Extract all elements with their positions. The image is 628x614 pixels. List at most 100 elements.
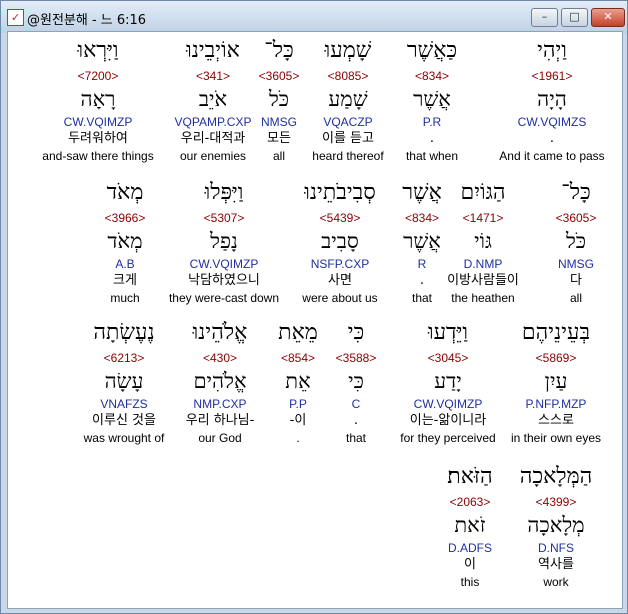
word-cell[interactable]: כִּי <3588> כִּי C. that <box>334 316 378 446</box>
english-gloss: they were-cast down <box>168 291 280 305</box>
word-cell[interactable]: הַמְּלָאכָה <4399> מְלָאכָה D.NFS 역사를 work <box>498 460 614 590</box>
korean-gloss: 우리-대적과 <box>180 131 246 146</box>
english-gloss: work <box>543 575 569 589</box>
morph-code: VNAFZS <box>100 397 148 411</box>
english-gloss: that when <box>405 149 459 163</box>
lemma-word: אֲשֶׁר <box>413 87 451 111</box>
morph-code: P.P <box>289 397 307 411</box>
morph-code: P.R <box>422 115 442 129</box>
app-icon[interactable]: ✓ <box>7 9 24 26</box>
word-cell[interactable]: בְּעֵינֵיהֶם <5869> עַיִן P.NFP.MZP 스스로 in th… <box>497 316 615 446</box>
hebrew-word: שָׁמְעוּ <box>324 38 372 63</box>
hebrew-word: הַמְּלָאכָה <box>519 464 593 489</box>
english-gloss: were about us <box>302 291 378 305</box>
morph-code: D.ADFS <box>447 541 492 555</box>
morph-code: CW.VQIMZP <box>63 115 133 129</box>
word-cell[interactable]: סְבִיבֹתֵינוּ <5439> סָבִיב NSFP.CXP 사면 were … <box>282 176 398 306</box>
word-cell[interactable]: אֱלֹהֵינוּ <430> אֱלֹהִים NMP.CXP 우리 하나님-our… <box>171 316 269 446</box>
korean-gloss: 다 <box>570 273 582 288</box>
english-gloss: and-saw there things <box>42 149 154 163</box>
morph-code: CW.VQIMZP <box>413 397 483 411</box>
hebrew-word: אוֹיְבֵינוּ <box>186 38 240 63</box>
word-cell[interactable]: וַיֵּדְעוּ <3045> יָדַע CW.VQIMZP 이는-앎이니라 for… <box>390 316 506 446</box>
morph-code: R <box>417 257 427 271</box>
strong-number: <834> <box>404 211 440 225</box>
hebrew-word: סְבִיבֹתֵינוּ <box>304 180 376 205</box>
word-cell[interactable]: נֶעֶשְׂתָה <6213> עָשָׂה VNAFZS 이루신 것을 was wr… <box>74 316 174 446</box>
strong-number: <5439> <box>319 211 361 225</box>
app-window: ✓ @원전분해 - 느 6:16 – □ ✕ וַיְהִי <1961> הָיָ… <box>0 0 628 614</box>
korean-gloss: . <box>429 131 435 146</box>
english-gloss: our enemies <box>179 149 247 163</box>
word-cell[interactable]: שָׁמְעוּ <8085> שָׁמַע VQACZP 이를 듣고 heard the… <box>307 34 389 164</box>
morph-code: CW.VQIMZS <box>517 115 587 129</box>
lemma-word: מְלָאכָה <box>527 513 585 537</box>
hebrew-word: נֶעֶשְׂתָה <box>93 320 155 345</box>
english-gloss: this <box>460 575 480 589</box>
verse-row: וַיְהִי <1961> הָיָה CW.VQIMZS. And it came … <box>8 34 622 174</box>
lemma-word: סָבִיב <box>321 229 359 253</box>
english-gloss: heard thereof <box>312 149 384 163</box>
lemma-word: עָשָׂה <box>104 369 144 393</box>
morph-code: P.NFP.MZP <box>525 397 587 411</box>
strong-number: <5307> <box>203 211 245 225</box>
english-gloss: much <box>110 291 140 305</box>
interlinear-view[interactable]: וַיְהִי <1961> הָיָה CW.VQIMZS. And it came … <box>7 31 623 609</box>
english-gloss: that <box>411 291 432 305</box>
lemma-word: נָפַל <box>210 229 238 253</box>
word-cell[interactable]: מֵאֵת <854> אֵת P.P -이. <box>269 316 327 446</box>
strong-number: <3605> <box>555 211 597 225</box>
lemma-word: שָׁמַע <box>328 87 368 111</box>
word-cell[interactable]: מְאֹד <3966> מְאֹד A.B 크게 much <box>82 176 168 306</box>
word-cell[interactable]: הַזֹּאת׃ <2063> זֹאת D.ADFS 이 this <box>430 460 510 590</box>
english-gloss: all <box>569 291 582 305</box>
verse-row: בְּעֵינֵיהֶם <5869> עַיִן P.NFP.MZP 스스로 in th… <box>8 316 622 456</box>
word-cell[interactable]: וַיִּפְּלוּ <5307> נָפַל CW.VQIMZP 낙담하였으니 the… <box>159 176 289 306</box>
english-gloss: that <box>345 431 366 445</box>
english-gloss: was wrought of <box>83 431 165 445</box>
hebrew-word: כִּי <box>347 320 365 345</box>
hebrew-word: אֱלֹהֵינוּ <box>192 320 248 345</box>
word-cell[interactable]: וַיִּרְאוּ <7200> רָאָה CW.VQIMZP 두려워하여 and-s… <box>33 34 163 164</box>
lemma-word: זֹאת <box>454 513 486 537</box>
korean-gloss: 역사를 <box>538 557 574 572</box>
title-bar[interactable]: ✓ @원전분해 - 느 6:16 – □ ✕ <box>1 1 627 33</box>
strong-number: <3045> <box>427 351 469 365</box>
verse-row: כָּל־ <3605> כֹּל NMSG 다 all הַגּוֹיִם <1471> גּ… <box>8 176 622 316</box>
korean-gloss: 스스로 <box>538 413 574 428</box>
hebrew-word: וַיִּרְאוּ <box>77 38 119 63</box>
lemma-word: אֵת <box>285 369 311 393</box>
strong-number: <341> <box>195 69 231 83</box>
strong-number: <854> <box>280 351 316 365</box>
english-gloss: And it came to pass <box>499 149 605 163</box>
strong-number: <2063> <box>449 495 491 509</box>
word-cell[interactable]: כָּל־ <3605> כֹּל NMSG 다 all <box>531 176 621 306</box>
word-cell[interactable]: אֲשֶׁר <834> אֲשֶׁר R. that <box>397 176 447 306</box>
hebrew-word: מֵאֵת <box>278 320 318 345</box>
lemma-word: הָיָה <box>537 87 567 111</box>
strong-number: <4399> <box>535 495 577 509</box>
word-cell[interactable]: אוֹיְבֵינוּ <341> אֹיֵב VQPAMP.CXP 우리-대적과 our… <box>158 34 268 164</box>
window-title: @원전분해 - 느 6:16 <box>27 13 147 28</box>
word-cell[interactable]: כַּאֲשֶׁר <834> אֲשֶׁר P.R. that when <box>387 34 477 164</box>
korean-gloss: 이루신 것을 <box>92 413 156 428</box>
korean-gloss: 크게 <box>113 273 137 288</box>
hebrew-word: הַזֹּאת׃ <box>447 464 493 489</box>
english-gloss: . <box>296 431 300 445</box>
morph-code: NMSG <box>558 257 594 271</box>
strong-number: <3966> <box>104 211 146 225</box>
strong-number: <1961> <box>531 69 573 83</box>
hebrew-word: וַיְהִי <box>537 38 567 63</box>
lemma-word: אֹיֵב <box>198 87 228 111</box>
word-cell[interactable]: וַיְהִי <1961> הָיָה CW.VQIMZS. And it came … <box>485 34 619 164</box>
morph-code: C <box>351 397 361 411</box>
maximize-button[interactable]: □ <box>561 8 588 27</box>
hebrew-word: אֲשֶׁר <box>402 180 442 205</box>
lemma-word: מְאֹד <box>107 229 143 253</box>
close-button[interactable]: ✕ <box>591 8 625 27</box>
hebrew-word: כַּאֲשֶׁר <box>406 38 458 63</box>
strong-number: <8085> <box>327 69 369 83</box>
lemma-word: עַיִן <box>544 369 568 393</box>
hebrew-word: וַיֵּדְעוּ <box>427 320 469 345</box>
minimize-button[interactable]: – <box>531 8 558 27</box>
